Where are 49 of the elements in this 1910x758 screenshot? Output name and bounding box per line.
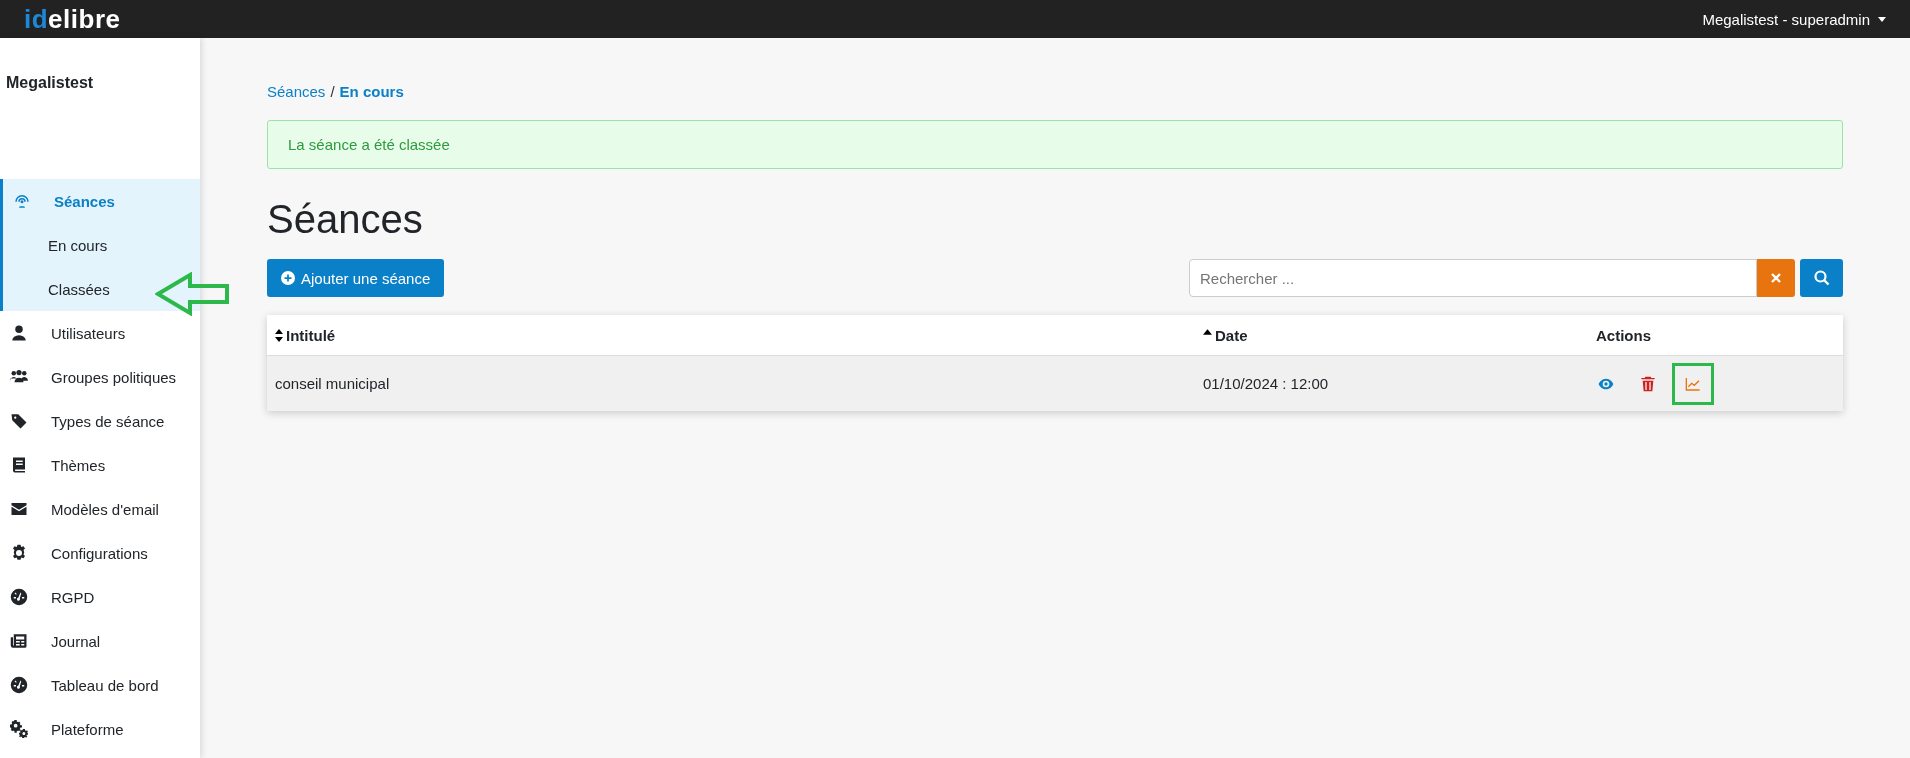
- sidebar-item[interactable]: RGPD: [0, 575, 200, 619]
- sidebar-subitem[interactable]: En cours: [3, 223, 200, 267]
- book-icon: [10, 456, 28, 474]
- envelope-icon: [10, 500, 28, 518]
- gauge-icon: [10, 588, 28, 606]
- plus-circle-icon: [281, 271, 295, 285]
- column-header[interactable]: Date: [1215, 326, 1248, 344]
- sidebar-item[interactable]: Types de séance: [0, 399, 200, 443]
- sidebar-item[interactable]: Thèmes: [0, 443, 200, 487]
- highlighted-statistics-button[interactable]: [1672, 362, 1714, 405]
- table-cell-text: 01/10/2024 : 12:00: [1202, 375, 1330, 392]
- breadcrumb-separator: /: [330, 82, 335, 100]
- column-header[interactable]: Intitulé: [286, 326, 336, 344]
- close-icon: [1770, 272, 1782, 284]
- broadcast-icon: [13, 192, 31, 210]
- sidebar-item[interactable]: Tableau de bord: [0, 663, 200, 707]
- sidebar-item[interactable]: Configurations: [0, 531, 200, 575]
- sidebar-item[interactable]: Utilisateurs: [0, 311, 200, 355]
- sidebar-item[interactable]: Modèles d'email: [0, 487, 200, 531]
- app-logo: idelibre: [24, 6, 121, 32]
- breadcrumb-link[interactable]: Séances: [267, 82, 326, 100]
- gear-icon: [10, 544, 28, 562]
- sidebar-item[interactable]: Plateforme: [0, 707, 200, 751]
- search-button[interactable]: [1800, 259, 1843, 297]
- caret-icon: [1878, 16, 1886, 22]
- sidebar-item[interactable]: Groupes politiques: [0, 355, 200, 399]
- user-menu[interactable]: Megalistest - superadmin: [1702, 10, 1886, 28]
- page-title: Séances: [267, 196, 424, 243]
- sidebar-item[interactable]: Séances: [3, 179, 200, 223]
- organization-name: Megalistest: [5, 73, 95, 93]
- newspaper-icon: [10, 632, 28, 650]
- add-session-button[interactable]: Ajouter une séance: [267, 259, 445, 297]
- gauge-icon: [10, 676, 28, 694]
- trash-icon: [1640, 375, 1656, 392]
- tag-icon: [10, 412, 28, 430]
- gears-icon: [10, 720, 28, 738]
- sidebar-item[interactable]: Journal: [0, 619, 200, 663]
- search-icon: [1813, 270, 1830, 286]
- success-alert: La séance a été classée: [267, 120, 1843, 169]
- clear-search-button[interactable]: [1757, 259, 1795, 297]
- table-cell-text: conseil municipal: [274, 375, 391, 392]
- sort-icon[interactable]: [275, 328, 283, 342]
- column-header: Actions: [1596, 326, 1651, 344]
- breadcrumb-current: En cours: [339, 82, 404, 100]
- user-icon: [10, 324, 28, 342]
- search-field[interactable]: Rechercher ...: [1189, 259, 1757, 297]
- sort-up-icon[interactable]: [1203, 328, 1212, 335]
- line-chart-icon: [1685, 375, 1701, 392]
- sidebar-subitem[interactable]: Classées: [3, 267, 200, 311]
